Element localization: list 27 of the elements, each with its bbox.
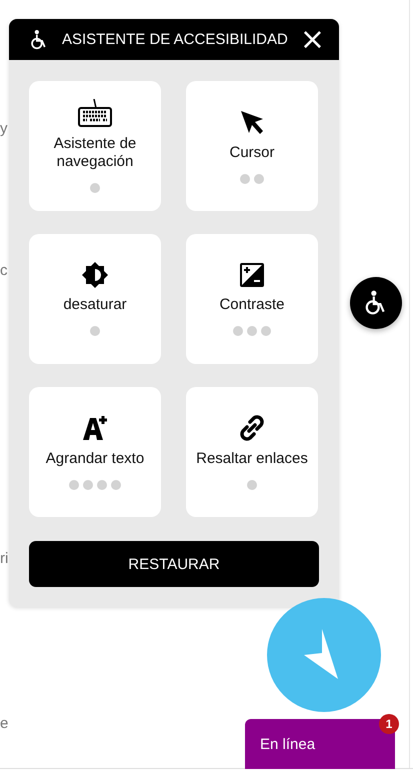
option-card[interactable]: desaturar — [29, 234, 161, 364]
reset-button[interactable]: RESTAURAR — [29, 541, 319, 587]
page-text: ri — [0, 550, 8, 567]
text-size-icon — [81, 414, 109, 442]
cursor-icon — [238, 108, 266, 136]
close-button[interactable]: × — [300, 24, 325, 54]
page-text: c — [0, 262, 8, 279]
option-label: desaturar — [63, 296, 127, 314]
option-card[interactable]: Asistente de navegación — [29, 81, 161, 211]
keyboard-icon — [78, 99, 112, 127]
option-card[interactable]: Agrandar texto — [29, 387, 161, 517]
option-label: Agrandar texto — [46, 450, 144, 468]
page-text: y — [0, 120, 8, 137]
option-label: Cursor — [229, 144, 274, 162]
page-text: e — [0, 715, 8, 732]
option-card[interactable]: Contraste — [186, 234, 318, 364]
option-card[interactable]: Cursor — [186, 81, 318, 211]
brightness-icon — [82, 262, 108, 288]
option-card[interactable]: Resaltar enlaces — [186, 387, 318, 517]
link-icon — [238, 414, 266, 442]
option-label: Resaltar enlaces — [196, 450, 308, 468]
option-label: Asistente de navegación — [52, 135, 138, 171]
option-label: Contraste — [219, 296, 285, 314]
panel-title: ASISTENTE DE ACCESIBILIDAD — [62, 31, 288, 48]
accessibility-button[interactable] — [350, 277, 402, 329]
contrast-icon — [239, 262, 265, 288]
notification-badge: 1 — [379, 714, 399, 734]
